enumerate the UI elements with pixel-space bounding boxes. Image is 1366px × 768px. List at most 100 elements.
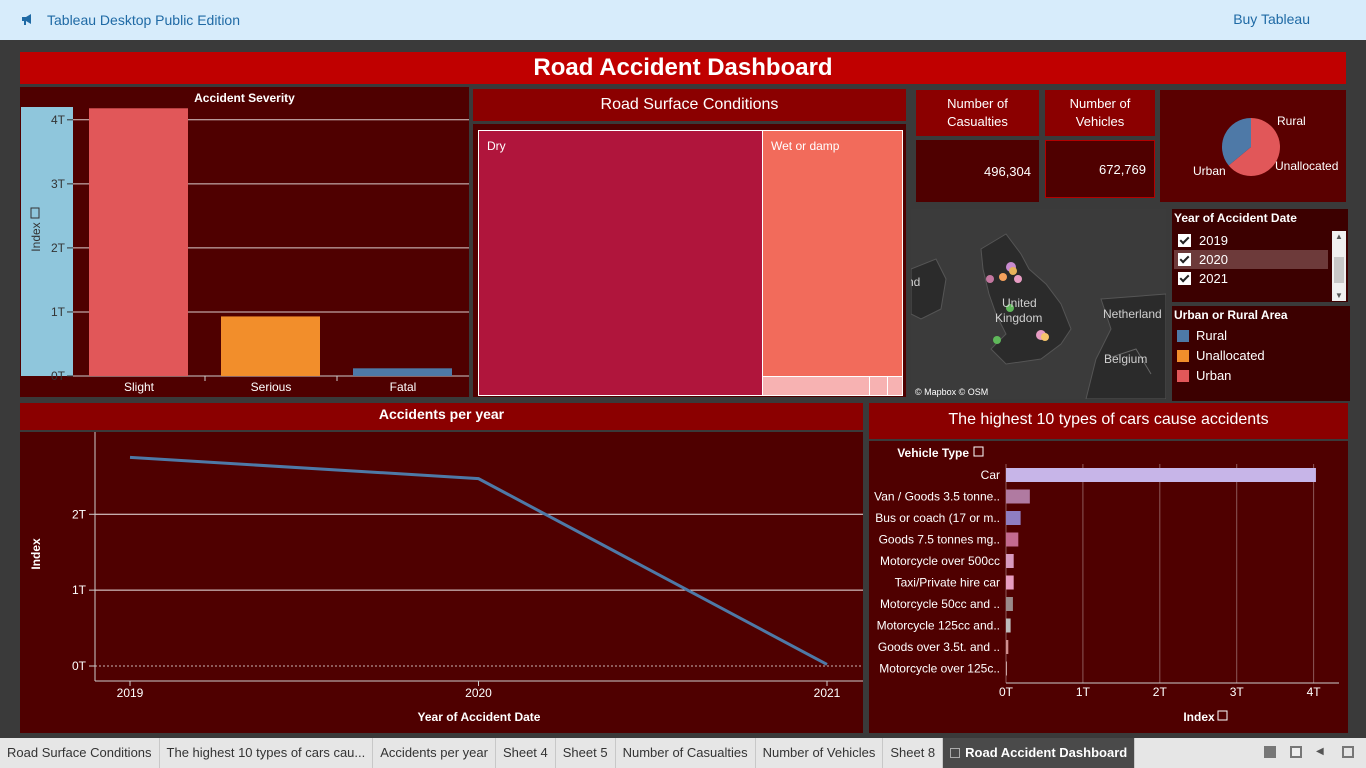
x-tick-label: Fatal	[390, 380, 417, 394]
map-point	[993, 336, 1001, 344]
tab-road-surface[interactable]: Road Surface Conditions	[0, 738, 160, 768]
bar	[1006, 489, 1030, 504]
year-filter-scrollbar[interactable]: ▲ ▼	[1332, 231, 1346, 301]
x-tick-label: 2019	[117, 686, 144, 700]
treemap-cell-small[interactable]	[869, 376, 888, 396]
legend-label: Rural	[1196, 328, 1228, 343]
x-tick-label: 4T	[1307, 685, 1322, 699]
year-option-label: 2020	[1199, 252, 1228, 267]
severity-chart[interactable]: 0T 1T 2T 3T 4T Slight Serious Fatal Index	[20, 87, 469, 397]
road-surface-panel: Dry Wet or damp	[473, 124, 906, 397]
vehicles-value[interactable]: 672,769	[1045, 140, 1155, 198]
legend-swatch	[1177, 369, 1189, 382]
treemap-cell-small[interactable]	[887, 376, 903, 396]
year-filter-title: Year of Accident Date	[1174, 211, 1297, 225]
casualties-label: Number of Casualties	[916, 90, 1039, 136]
top10-title: The highest 10 types of cars cause accid…	[869, 403, 1348, 439]
tab-dashboard[interactable]: Road Accident Dashboard	[943, 738, 1136, 768]
filmstrip-icon[interactable]	[1290, 746, 1302, 758]
map-label-ireland: nd	[911, 275, 921, 289]
scroll-up-icon[interactable]: ▲	[1335, 232, 1343, 241]
legend-swatch	[1177, 349, 1189, 362]
checkbox[interactable]	[1178, 272, 1191, 285]
bar	[1006, 661, 1007, 676]
x-tick-label: Serious	[251, 380, 292, 394]
tab-casualties[interactable]: Number of Casualties	[616, 738, 756, 768]
sort-icon	[1217, 710, 1228, 721]
bar	[1006, 511, 1021, 525]
year-option-2019[interactable]: 2019	[1174, 231, 1328, 250]
top10-chart[interactable]: 0T 1T 2T 3T 4T Vehicle Type Car Van / Goods 3.5…	[869, 441, 1348, 733]
buy-tableau-link[interactable]: Buy Tableau	[1233, 11, 1310, 27]
y-tick-label: 0T	[72, 659, 87, 673]
map-canvas[interactable]	[911, 209, 1166, 399]
x-tick-label: 0T	[999, 685, 1014, 699]
bar	[1006, 597, 1013, 611]
accidents-per-year-title: Accidents per year	[20, 403, 863, 430]
tab-dashboard-label: Road Accident Dashboard	[965, 745, 1128, 760]
y-tick-label: 2T	[51, 241, 66, 255]
category-label: Taxi/Private hire car	[895, 576, 1000, 590]
row-header: Vehicle Type	[897, 446, 969, 460]
map-point	[999, 273, 1007, 281]
dashboard: Road Accident Dashboard 0T 1T 2T 3T 4T Slight…	[20, 52, 1350, 734]
category-label: Motorcycle 125cc and..	[877, 619, 1000, 633]
legend-item-unallocated[interactable]: Unallocated	[1177, 348, 1265, 363]
tab-sheet5[interactable]: Sheet 5	[556, 738, 616, 768]
year-option-2021[interactable]: 2021	[1174, 269, 1328, 288]
treemap-cell-dry[interactable]: Dry	[478, 130, 763, 396]
treemap-cell-wet[interactable]: Wet or damp	[762, 130, 903, 377]
category-label: Van / Goods 3.5 tonne..	[874, 490, 1000, 504]
legend-label: Unallocated	[1196, 348, 1265, 363]
casualties-value[interactable]: 496,304	[916, 140, 1039, 202]
series-line	[129, 455, 828, 666]
map-point	[1041, 333, 1049, 341]
checkbox[interactable]	[1178, 234, 1191, 247]
pie-label-unallocated: Unallocated	[1275, 159, 1339, 173]
legend-item-urban[interactable]: Urban	[1177, 368, 1231, 383]
severity-title: Accident Severity	[194, 91, 295, 105]
legend-swatch	[1177, 329, 1189, 342]
grid-view-icon[interactable]	[1264, 746, 1276, 758]
tab-accidents-per-year[interactable]: Accidents per year	[373, 738, 496, 768]
y-axis-label: Index	[29, 538, 43, 570]
tab-vehicles[interactable]: Number of Vehicles	[756, 738, 884, 768]
y-tick-label: 1T	[72, 583, 87, 597]
sheet-tabs: Road Surface Conditions The highest 10 t…	[0, 738, 1366, 768]
urban-rural-legend: Urban or Rural Area Rural Unallocated Ur…	[1172, 306, 1350, 401]
checkbox[interactable]	[1178, 253, 1191, 266]
megaphone-icon	[22, 14, 31, 25]
year-option-2020[interactable]: 2020	[1174, 250, 1328, 269]
tab-sheet8[interactable]: Sheet 8	[883, 738, 944, 768]
top-bar: Tableau Desktop Public Edition Buy Table…	[0, 0, 1366, 40]
y-tick-label: 2T	[72, 507, 87, 521]
category-label: Car	[981, 468, 1000, 482]
dashboard-title: Road Accident Dashboard	[20, 52, 1346, 84]
x-axis-label: Index	[1183, 710, 1215, 724]
accidents-per-year-panel: 0T 1T 2T 2019 2020 2021 Index Year of Accident …	[20, 432, 863, 733]
pie-label-urban: Urban	[1193, 164, 1226, 178]
bar	[1006, 532, 1019, 547]
tab-top10[interactable]: The highest 10 types of cars cau...	[160, 738, 374, 768]
fullscreen-icon[interactable]	[1342, 746, 1354, 758]
prev-icon[interactable]: ◀	[1316, 746, 1328, 758]
map-point	[986, 275, 994, 283]
scroll-down-icon[interactable]: ▼	[1335, 291, 1343, 300]
map-label-netherlands: Netherland	[1103, 307, 1162, 321]
urban-rural-pie[interactable]	[1160, 90, 1346, 202]
bar-serious	[221, 316, 320, 376]
treemap-cell-small[interactable]	[762, 376, 870, 396]
legend-item-rural[interactable]: Rural	[1177, 328, 1227, 343]
category-label: Bus or coach (17 or m..	[875, 511, 1000, 525]
y-tick-label: 4T	[51, 113, 66, 127]
bar	[1006, 554, 1014, 568]
scroll-thumb[interactable]	[1334, 257, 1344, 283]
map-panel[interactable]: nd United Kingdom Netherland Belgium © M…	[911, 209, 1166, 399]
y-tick-label: 1T	[51, 305, 66, 319]
map-credit: © Mapbox © OSM	[915, 387, 989, 397]
vehicles-label: Number of Vehicles	[1045, 90, 1155, 136]
tab-sheet4[interactable]: Sheet 4	[496, 738, 556, 768]
accidents-per-year-chart[interactable]: 0T 1T 2T 2019 2020 2021 Index Year of Accident …	[20, 432, 863, 733]
y-tick-label: 0T	[51, 369, 66, 383]
category-label: Motorcycle over 125c..	[879, 662, 1000, 676]
